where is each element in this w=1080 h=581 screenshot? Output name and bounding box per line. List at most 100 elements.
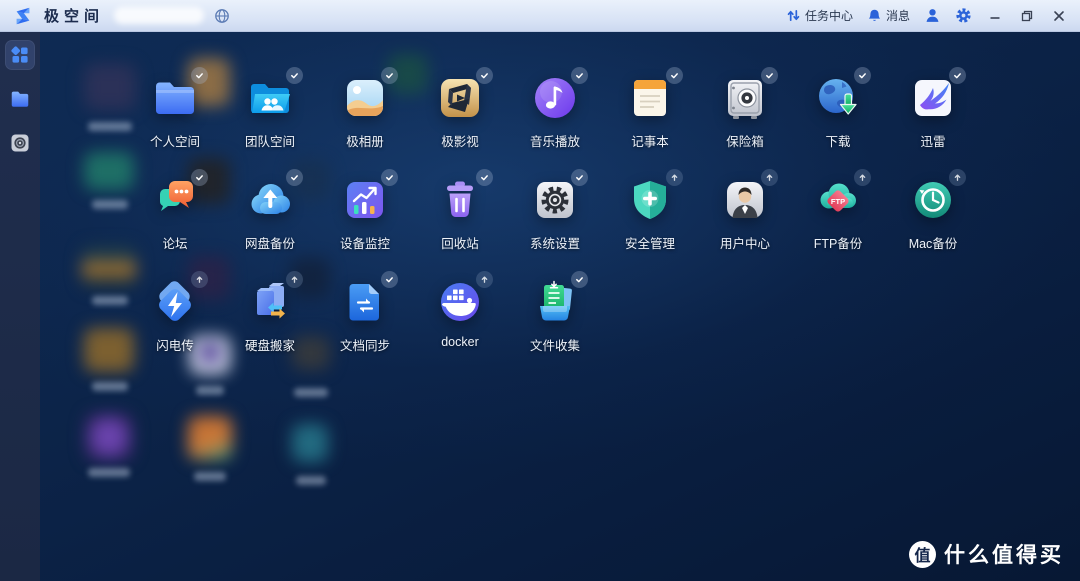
app-label: 文档同步 [340,335,390,354]
app-window: 极空间 任务中心 消息 [0,0,1080,581]
app-label: 硬盘搬家 [245,335,295,354]
minimize-button[interactable] [986,7,1004,25]
update-badge-icon [476,271,493,288]
watermark: 值 什么值得买 [909,539,1064,569]
titlebar: 极空间 任务中心 消息 [0,0,1080,32]
app-docker[interactable]: docker [415,276,505,349]
app-music-player[interactable]: 音乐播放 [510,72,600,150]
check-badge-icon [571,271,588,288]
check-badge-icon [761,67,778,84]
app-doc-sync[interactable]: 文档同步 [320,276,410,354]
app-label: 回收站 [441,233,479,252]
brand-logo-icon [12,5,34,27]
close-button[interactable] [1050,7,1068,25]
app-notepad[interactable]: 记事本 [605,72,695,150]
censored-app-label [92,200,128,209]
censored-app-icon[interactable] [86,414,132,460]
app-disk-migration[interactable]: 硬盘搬家 [225,276,315,354]
update-badge-icon [761,169,778,186]
gear-icon [955,7,972,24]
task-center-label: 任务中心 [805,7,853,24]
task-center-button[interactable]: 任务中心 [786,7,853,24]
globe-icon[interactable] [214,8,230,24]
desktop: 个人空间 团队空间 [40,32,1080,581]
svg-text:FTP: FTP [831,197,845,206]
app-movies[interactable]: 极影视 [415,72,505,150]
censored-app-label [88,468,130,477]
app-safe-box[interactable]: 保险箱 [700,72,790,150]
app-mac-backup[interactable]: Mac备份 [888,174,978,252]
titlebar-right: 任务中心 消息 [786,7,1080,25]
sidebar-item-storage[interactable] [5,128,35,158]
username-redacted[interactable] [114,7,204,24]
app-recycle-bin[interactable]: 回收站 [415,174,505,252]
messages-button[interactable]: 消息 [867,7,910,24]
restore-button[interactable] [1018,7,1036,25]
app-label: 网盘备份 [245,233,295,252]
app-label: 用户中心 [720,233,770,252]
app-label: 论坛 [162,233,187,252]
censored-app-icon[interactable] [84,328,134,372]
app-xunlei[interactable]: 迅雷 [888,72,978,150]
app-ftp-backup[interactable]: FTP FTP备份 [793,174,883,252]
censored-app-label [92,382,128,391]
task-transfer-arrows-icon [786,8,801,23]
check-badge-icon [381,67,398,84]
app-photo-album[interactable]: 极相册 [320,72,410,150]
app-label: docker [441,335,479,349]
user-menu-button[interactable] [924,7,941,24]
app-device-monitor[interactable]: 设备监控 [320,174,410,252]
app-label: 安全管理 [625,233,675,252]
check-badge-icon [949,67,966,84]
censored-app-label [294,388,328,397]
settings-menu-button[interactable] [955,7,972,24]
watermark-text: 什么值得买 [944,539,1064,569]
app-label: 闪电传 [156,335,194,354]
app-label: 个人空间 [150,131,200,150]
app-file-collect[interactable]: 文件收集 [510,276,600,354]
update-badge-icon [666,169,683,186]
update-badge-icon [191,271,208,288]
censored-app-label [296,476,326,485]
update-badge-icon [949,169,966,186]
app-user-center[interactable]: 用户中心 [700,174,790,252]
app-label: 团队空间 [245,131,295,150]
censored-app-icon[interactable] [82,246,136,288]
app-download[interactable]: 下载 [793,72,883,150]
check-badge-icon [381,271,398,288]
app-label: 系统设置 [530,233,580,252]
app-security[interactable]: 安全管理 [605,174,695,252]
app-label: 设备监控 [340,233,390,252]
app-label: Mac备份 [909,233,958,252]
app-lightning-transfer[interactable]: 闪电传 [130,276,220,354]
app-personal-space[interactable]: 个人空间 [130,72,220,150]
app-cloud-backup[interactable]: 网盘备份 [225,174,315,252]
censored-app-icon[interactable] [188,416,232,460]
censored-app-label [196,386,224,395]
censored-app-label [194,472,226,481]
app-team-space[interactable]: 团队空间 [225,72,315,150]
censored-app-icon[interactable] [84,64,136,110]
check-badge-icon [286,67,303,84]
titlebar-left: 极空间 [0,5,786,27]
disc-icon [10,133,30,153]
app-label: 文件收集 [530,335,580,354]
censored-app-icon[interactable] [84,152,134,190]
app-label: 迅雷 [920,131,945,150]
bell-icon [867,8,882,23]
sidebar-item-files[interactable] [5,84,35,114]
restore-icon [1021,10,1033,22]
app-label: FTP备份 [814,233,863,252]
censored-app-icon[interactable] [292,424,328,462]
app-system-settings[interactable]: 系统设置 [510,174,600,252]
sidebar-item-apps-desktop[interactable] [5,40,35,70]
folder-icon [9,88,31,110]
check-badge-icon [854,67,871,84]
app-label: 下载 [825,131,850,150]
check-badge-icon [286,169,303,186]
check-badge-icon [191,67,208,84]
app-grid-icon [10,45,30,65]
app-forum[interactable]: 论坛 [130,174,220,252]
check-badge-icon [476,169,493,186]
messages-label: 消息 [886,7,910,24]
